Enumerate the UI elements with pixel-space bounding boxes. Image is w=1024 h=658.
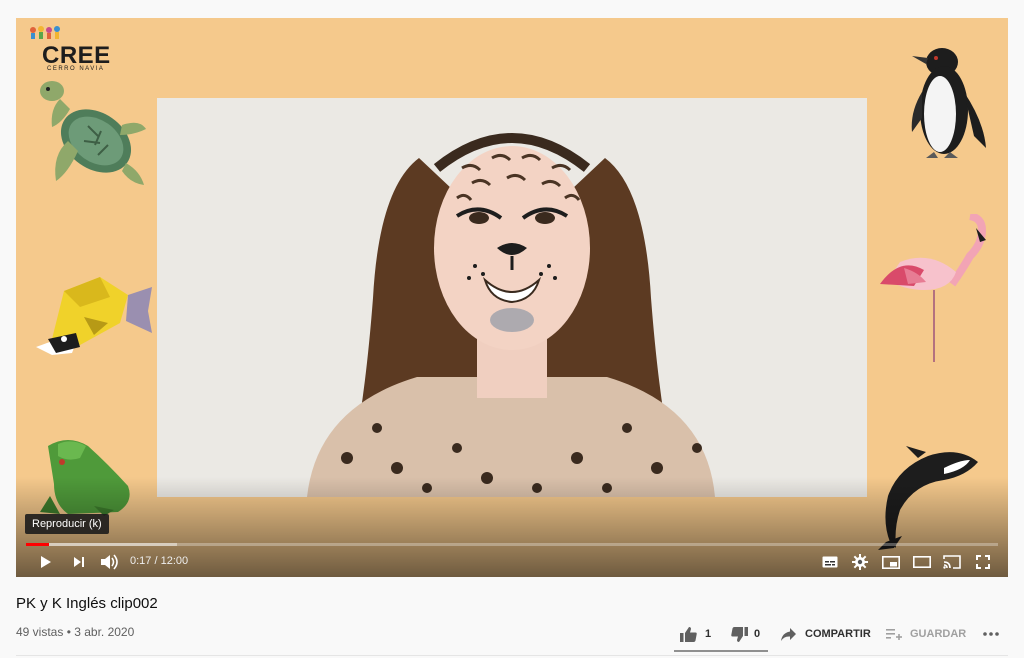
miniplayer-button[interactable] [880, 552, 902, 572]
progress-bar[interactable] [26, 543, 998, 546]
logo-figures-icon [30, 26, 60, 39]
dislike-count: 0 [754, 628, 761, 640]
play-icon [41, 556, 51, 568]
save-button[interactable]: GUARDAR [886, 624, 966, 644]
thumbs-up-icon [680, 626, 697, 642]
time-display: 0:17 / 12:00 [130, 555, 189, 567]
next-button[interactable] [68, 552, 90, 572]
volume-icon [101, 554, 118, 570]
progress-played [26, 543, 50, 546]
share-button[interactable]: COMPARTIR [781, 624, 871, 644]
add-to-playlist-icon [886, 629, 902, 640]
play-tooltip: Reproducir (k) [25, 514, 109, 534]
subtitles-icon [822, 556, 838, 568]
next-icon [74, 557, 84, 567]
player-controls: 0:17 / 12:00 [16, 549, 1008, 575]
video-title: PK y K Inglés clip002 [16, 595, 158, 612]
info-divider [16, 655, 1008, 656]
sentiment-bar [674, 650, 768, 652]
video-meta: 49 vistas • 3 abr. 2020 [16, 625, 135, 639]
fullscreen-button[interactable] [972, 552, 994, 572]
yellow-fish-illustration [36, 277, 152, 355]
fullscreen-icon [976, 555, 990, 569]
turtle-illustration [40, 81, 146, 185]
flamingo-illustration [880, 214, 987, 362]
cast-icon [943, 555, 961, 569]
like-button[interactable]: 1 [680, 624, 711, 644]
like-count: 1 [705, 628, 712, 640]
miniplayer-icon [882, 555, 900, 569]
video-player[interactable]: CREE CERRO NAVIA Reproducir (k) 0:17 / 1… [16, 18, 1008, 577]
theater-mode-button[interactable] [911, 552, 933, 572]
thumbs-down-icon [731, 626, 748, 642]
save-label: GUARDAR [910, 628, 967, 640]
more-actions-button[interactable] [983, 624, 999, 644]
presenter-image [157, 98, 867, 497]
subtitles-button[interactable] [819, 552, 841, 572]
share-icon [781, 627, 796, 641]
more-horizontal-icon [983, 632, 999, 636]
settings-icon [852, 554, 868, 570]
video-frame [157, 98, 867, 497]
play-button[interactable] [34, 552, 56, 572]
penguin-illustration [911, 48, 986, 158]
settings-button[interactable] [849, 552, 871, 572]
theater-icon [913, 556, 931, 568]
share-label: COMPARTIR [805, 628, 871, 640]
dislike-button[interactable]: 0 [731, 624, 760, 644]
cast-button[interactable] [941, 552, 963, 572]
volume-button[interactable] [98, 552, 120, 572]
